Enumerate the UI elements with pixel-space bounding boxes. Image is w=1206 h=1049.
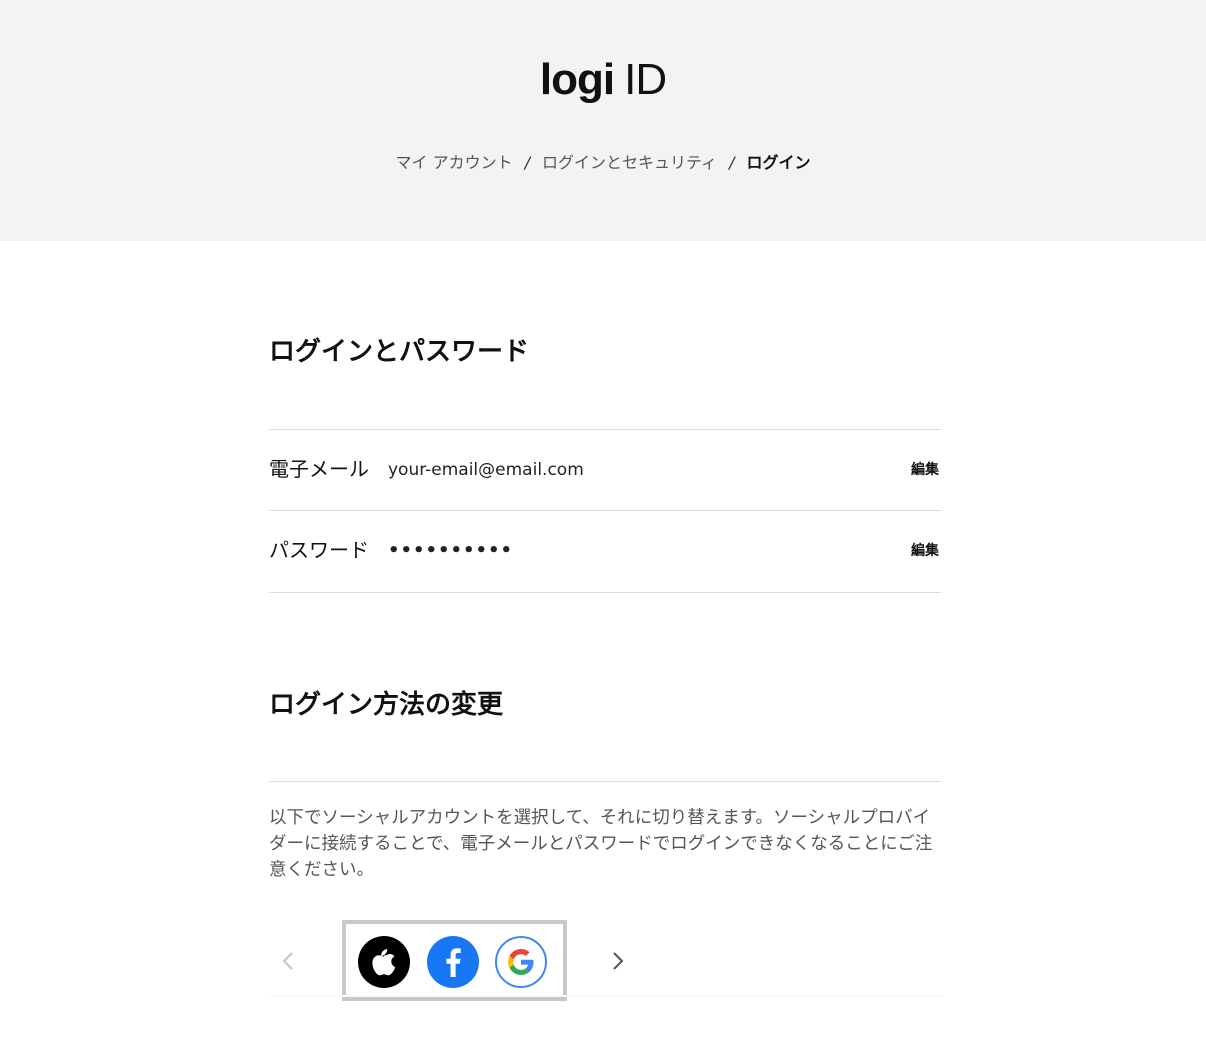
breadcrumb-my-account[interactable]: マイ アカウント bbox=[396, 153, 513, 172]
email-value: your-email@email.com bbox=[388, 460, 584, 480]
divider bbox=[269, 781, 941, 782]
edit-password-button[interactable]: 編集 bbox=[911, 539, 939, 563]
login-method-title: ログイン方法の変更 bbox=[269, 690, 504, 720]
facebook-icon bbox=[446, 948, 461, 977]
divider bbox=[269, 995, 941, 997]
breadcrumb-current-login: ログイン bbox=[746, 153, 811, 172]
logo-brand: logi bbox=[539, 55, 615, 104]
google-icon bbox=[508, 949, 534, 975]
page-header: logi ID マイ アカウント / ログインとセキュリティ / ログイン bbox=[0, 0, 1206, 241]
email-row: 電子メール your-email@email.com 編集 bbox=[269, 430, 941, 510]
facebook-login-button[interactable] bbox=[427, 936, 479, 988]
breadcrumb: マイ アカウント / ログインとセキュリティ / ログイン bbox=[0, 150, 1206, 176]
apple-icon bbox=[372, 949, 396, 976]
carousel-next-button[interactable] bbox=[603, 944, 633, 978]
divider bbox=[269, 592, 941, 593]
google-login-button[interactable] bbox=[495, 936, 547, 988]
breadcrumb-login-security[interactable]: ログインとセキュリティ bbox=[542, 153, 717, 172]
chevron-left-icon bbox=[282, 952, 293, 970]
breadcrumb-separator: / bbox=[524, 153, 531, 172]
login-method-description: 以下でソーシャルアカウントを選択して、それに切り替えます。ソーシャルプロバイダー… bbox=[269, 808, 933, 880]
password-label: パスワード bbox=[269, 538, 369, 562]
carousel-prev-button[interactable] bbox=[273, 944, 303, 978]
password-value: •••••••••• bbox=[388, 540, 514, 561]
logi-id-logo[interactable]: logi ID bbox=[0, 52, 1206, 108]
breadcrumb-separator: / bbox=[729, 153, 735, 172]
logo-suffix: ID bbox=[624, 55, 667, 104]
email-label: 電子メール bbox=[269, 457, 369, 481]
chevron-right-icon bbox=[613, 952, 624, 970]
apple-login-button[interactable] bbox=[358, 936, 410, 988]
social-provider-list bbox=[342, 920, 567, 1001]
password-row: パスワード •••••••••• 編集 bbox=[269, 511, 941, 591]
login-password-title: ログインとパスワード bbox=[269, 337, 530, 367]
edit-email-button[interactable]: 編集 bbox=[911, 458, 939, 482]
